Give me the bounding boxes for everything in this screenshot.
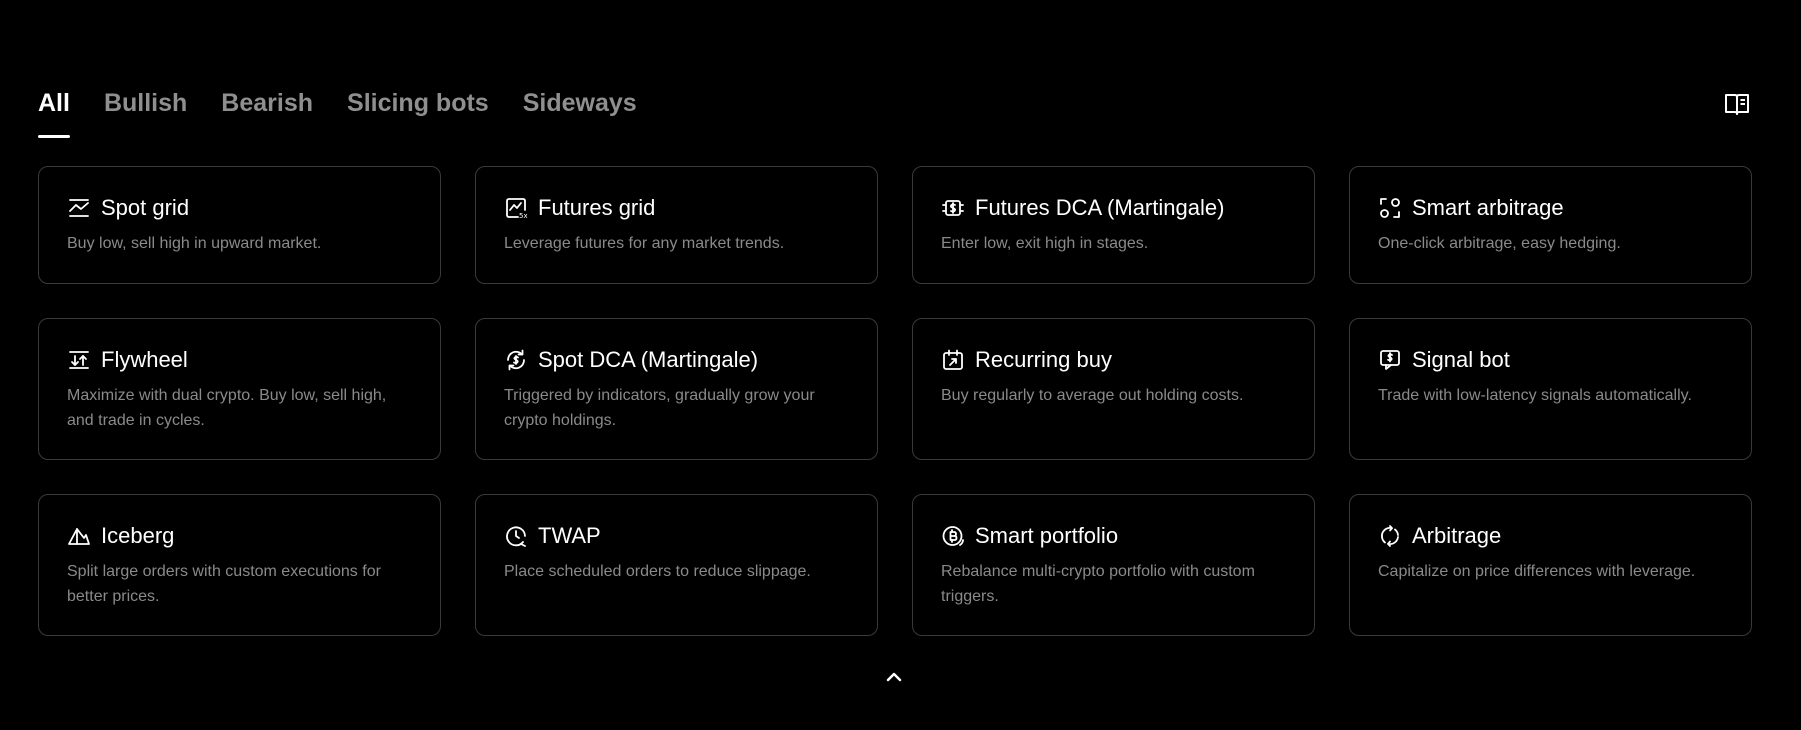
- futures-dca-icon: [941, 196, 965, 220]
- card-description: Trade with low-latency signals automatic…: [1378, 387, 1692, 404]
- card-smart-portfolio[interactable]: Smart portfolio Rebalance multi-crypto p…: [912, 494, 1315, 636]
- card-title: TWAP: [538, 523, 601, 548]
- tab-all[interactable]: All: [38, 86, 70, 140]
- card-description: Leverage futures for any market trends.: [504, 235, 785, 252]
- book-icon: [1725, 94, 1749, 115]
- smart-portfolio-icon: [941, 524, 965, 548]
- card-description: Maximize with dual crypto. Buy low, sell…: [67, 387, 387, 429]
- card-spot-dca[interactable]: Spot DCA (Martingale) Triggered by indic…: [475, 318, 878, 460]
- card-description: Enter low, exit high in stages.: [941, 235, 1149, 252]
- twap-icon: [504, 524, 528, 548]
- tab-bullish[interactable]: Bullish: [104, 86, 187, 140]
- card-arbitrage[interactable]: Arbitrage Capitalize on price difference…: [1349, 494, 1752, 636]
- chevron-up-icon: [886, 672, 902, 682]
- card-description: Triggered by indicators, gradually grow …: [504, 387, 815, 429]
- card-smart-arbitrage[interactable]: Smart arbitrage One-click arbitrage, eas…: [1349, 166, 1752, 284]
- card-title: Futures grid: [538, 195, 656, 220]
- card-spot-grid[interactable]: Spot grid Buy low, sell high in upward m…: [38, 166, 441, 284]
- svg-text:5x: 5x: [519, 212, 528, 220]
- guide-button[interactable]: [1723, 90, 1751, 118]
- card-title: Smart arbitrage: [1412, 195, 1564, 220]
- iceberg-icon: [67, 524, 91, 548]
- card-description: Buy regularly to average out holding cos…: [941, 387, 1244, 404]
- card-flywheel[interactable]: Flywheel Maximize with dual crypto. Buy …: [38, 318, 441, 460]
- card-description: Split large orders with custom execution…: [67, 563, 381, 605]
- spot-dca-icon: [504, 348, 528, 372]
- spot-grid-icon: [67, 196, 91, 220]
- card-iceberg[interactable]: Iceberg Split large orders with custom e…: [38, 494, 441, 636]
- card-description: Buy low, sell high in upward market.: [67, 235, 322, 252]
- tab-bearish[interactable]: Bearish: [221, 86, 313, 140]
- collapse-button[interactable]: [881, 666, 907, 688]
- card-title: Signal bot: [1412, 347, 1510, 372]
- card-title: Smart portfolio: [975, 523, 1119, 548]
- card-title: Spot grid: [101, 195, 190, 220]
- card-title: Flywheel: [101, 347, 188, 372]
- card-title: Arbitrage: [1412, 523, 1502, 548]
- tab-slicing-bots[interactable]: Slicing bots: [347, 86, 489, 140]
- card-recurring-buy[interactable]: Recurring buy Buy regularly to average o…: [912, 318, 1315, 460]
- smart-arbitrage-icon: [1378, 196, 1402, 220]
- strategy-grid: Spot grid Buy low, sell high in upward m…: [38, 166, 1752, 636]
- card-description: One-click arbitrage, easy hedging.: [1378, 235, 1621, 252]
- flywheel-icon: [67, 348, 91, 372]
- recurring-buy-icon: [941, 348, 965, 372]
- bot-strategy-page: All Bullish Bearish Slicing bots Sideway…: [0, 0, 1801, 730]
- card-title: Recurring buy: [975, 347, 1112, 372]
- card-description: Capitalize on price differences with lev…: [1378, 563, 1696, 580]
- card-title: Futures DCA (Martingale): [975, 195, 1225, 220]
- tab-sideways[interactable]: Sideways: [523, 86, 637, 140]
- card-title: Spot DCA (Martingale): [538, 347, 759, 372]
- card-signal-bot[interactable]: Signal bot Trade with low-latency signal…: [1349, 318, 1752, 460]
- card-description: Rebalance multi-crypto portfolio with cu…: [941, 563, 1255, 605]
- card-twap[interactable]: TWAP Place scheduled orders to reduce sl…: [475, 494, 878, 636]
- card-futures-dca[interactable]: Futures DCA (Martingale) Enter low, exit…: [912, 166, 1315, 284]
- signal-bot-icon: [1378, 348, 1402, 372]
- strategy-tabs: All Bullish Bearish Slicing bots Sideway…: [38, 86, 637, 140]
- futures-grid-icon: 5x: [504, 196, 528, 220]
- arbitrage-icon: [1378, 524, 1402, 548]
- card-futures-grid[interactable]: 5x Futures grid Leverage futures for any…: [475, 166, 878, 284]
- card-description: Place scheduled orders to reduce slippag…: [504, 563, 811, 580]
- card-title: Iceberg: [101, 523, 175, 548]
